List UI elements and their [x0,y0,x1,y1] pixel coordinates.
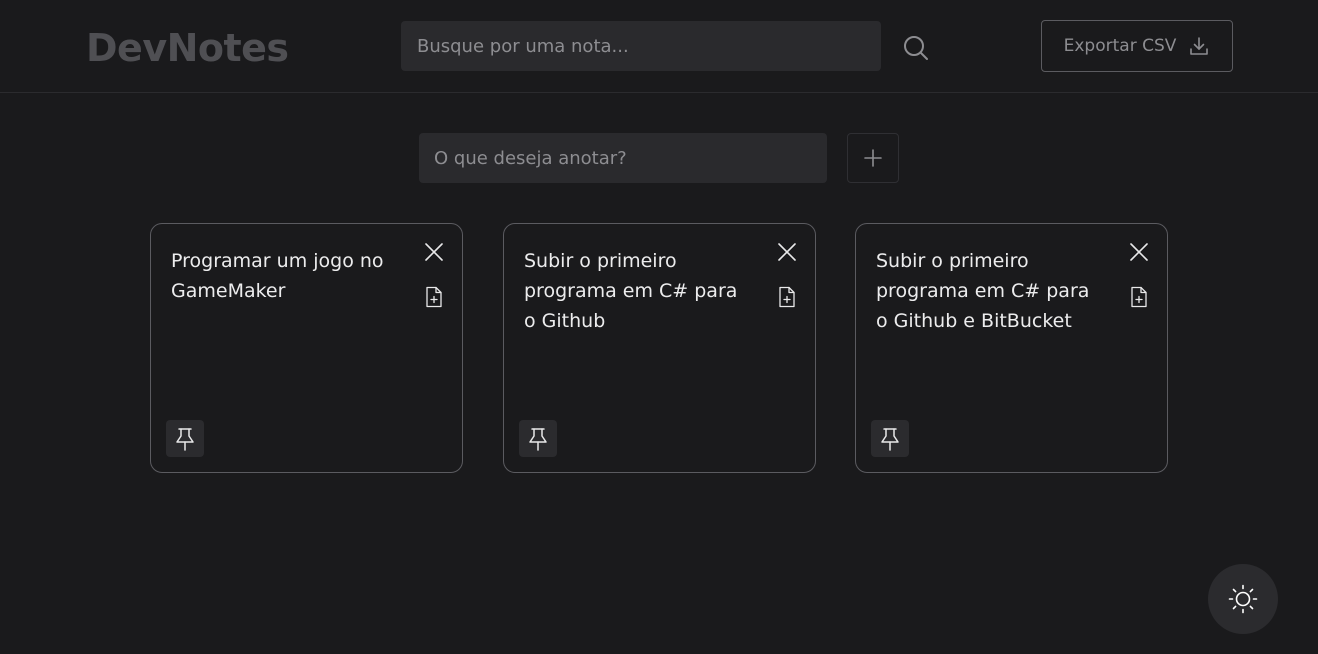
note-text[interactable]: Programar um jogo no GameMaker [171,246,386,306]
search-button[interactable] [898,30,934,66]
file-plus-icon[interactable] [1129,286,1149,308]
note-card: Subir o primeiro programa em C# para o G… [503,223,816,473]
search-field[interactable] [401,21,881,71]
download-icon [1190,37,1209,55]
new-note-input[interactable] [419,133,827,183]
pin-icon [529,427,547,451]
note-card: Programar um jogo no GameMaker [150,223,463,473]
search-icon [904,36,928,60]
export-csv-button[interactable]: Exportar CSV [1041,20,1233,72]
add-note-button[interactable] [847,133,899,183]
export-csv-label: Exportar CSV [1063,36,1177,56]
file-plus-icon[interactable] [777,286,797,308]
new-note-field[interactable] [419,133,827,183]
note-text[interactable]: Subir o primeiro programa em C# para o G… [524,246,739,336]
pin-icon [176,427,194,451]
pin-icon [881,427,899,451]
pin-button[interactable] [519,420,557,457]
note-text[interactable]: Subir o primeiro programa em C# para o G… [876,246,1091,336]
app-logo: DevNotes [86,26,289,70]
close-icon[interactable] [423,241,445,263]
pin-button[interactable] [871,420,909,457]
file-plus-icon[interactable] [424,286,444,308]
note-card: Subir o primeiro programa em C# para o G… [855,223,1168,473]
theme-toggle-button[interactable] [1208,564,1278,634]
close-icon[interactable] [1128,241,1150,263]
search-input[interactable] [401,21,881,71]
sun-icon [1228,584,1258,614]
plus-icon [864,149,882,167]
close-icon[interactable] [776,241,798,263]
pin-button[interactable] [166,420,204,457]
app-header: DevNotes Exportar CSV [0,0,1318,93]
